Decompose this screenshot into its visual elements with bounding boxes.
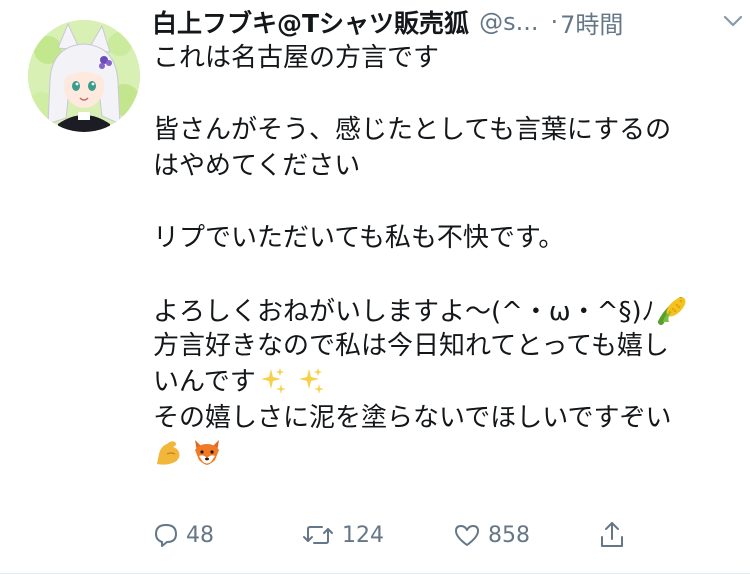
tweet-text-line: 方言好きなので私は今日知れてとっても嬉し — [153, 331, 669, 361]
sparkles-icon — [260, 368, 286, 394]
tweet-text-line: よろしくおねがいしますよ〜(^・ω・^§)ﾉ — [153, 292, 743, 328]
tweet-header: 白上フブキ@Tシャツ販売狐 @s... · 7時間 — [152, 4, 732, 40]
tweet-actions: 48 124 858 — [150, 514, 710, 556]
avatar-image — [28, 20, 140, 132]
tweet[interactable]: 白上フブキ@Tシャツ販売狐 @s... · 7時間 これは名古屋の方言です 皆さ… — [0, 0, 750, 574]
tweet-text-line: これは名古屋の方言です — [153, 43, 440, 73]
reply-icon — [155, 524, 177, 547]
user-handle[interactable]: @s... — [479, 8, 538, 36]
reply-count: 48 — [186, 522, 214, 548]
timestamp[interactable]: 7時間 — [560, 5, 623, 40]
display-name[interactable]: 白上フブキ@Tシャツ販売狐 — [152, 4, 469, 40]
heart-icon — [455, 525, 479, 546]
share-icon — [601, 522, 623, 547]
corn-icon — [657, 297, 686, 325]
share-button[interactable] — [598, 514, 632, 556]
retweet-count: 124 — [342, 522, 384, 548]
retweet-icon — [303, 526, 333, 544]
sparkles-icon — [298, 368, 324, 394]
tweet-text-line: 皆さんがそう、感じたとしても言葉にするの — [153, 115, 672, 145]
reply-button[interactable]: 48 — [152, 514, 214, 556]
retweet-button[interactable]: 124 — [300, 514, 384, 556]
avatar[interactable] — [28, 20, 140, 132]
tweet-text: これは名古屋の方言です 皆さんがそう、感じたとしても言葉にするの はやめてくださ… — [153, 40, 743, 472]
tweet-text-line — [153, 436, 743, 472]
chevron-down-icon[interactable] — [720, 8, 746, 34]
tweet-text-segment: よろしくおねがいしますよ〜(^・ω・^§)ﾉ — [153, 297, 655, 327]
separator-dot: · — [550, 8, 559, 36]
fox-face-icon — [195, 440, 219, 465]
tweet-text-line: いんです — [153, 364, 743, 400]
tweet-text-segment: いんです — [153, 367, 256, 397]
tweet-text-line: その嬉しさに泥を塗らないでほしいですぞい — [153, 403, 672, 433]
tweet-text-line: リプでいただいても私も不快です。 — [153, 223, 565, 253]
like-button[interactable]: 858 — [452, 514, 530, 556]
flexed-biceps-icon — [157, 441, 180, 465]
tweet-text-line: はやめてください — [153, 151, 361, 181]
like-count: 858 — [488, 522, 530, 548]
